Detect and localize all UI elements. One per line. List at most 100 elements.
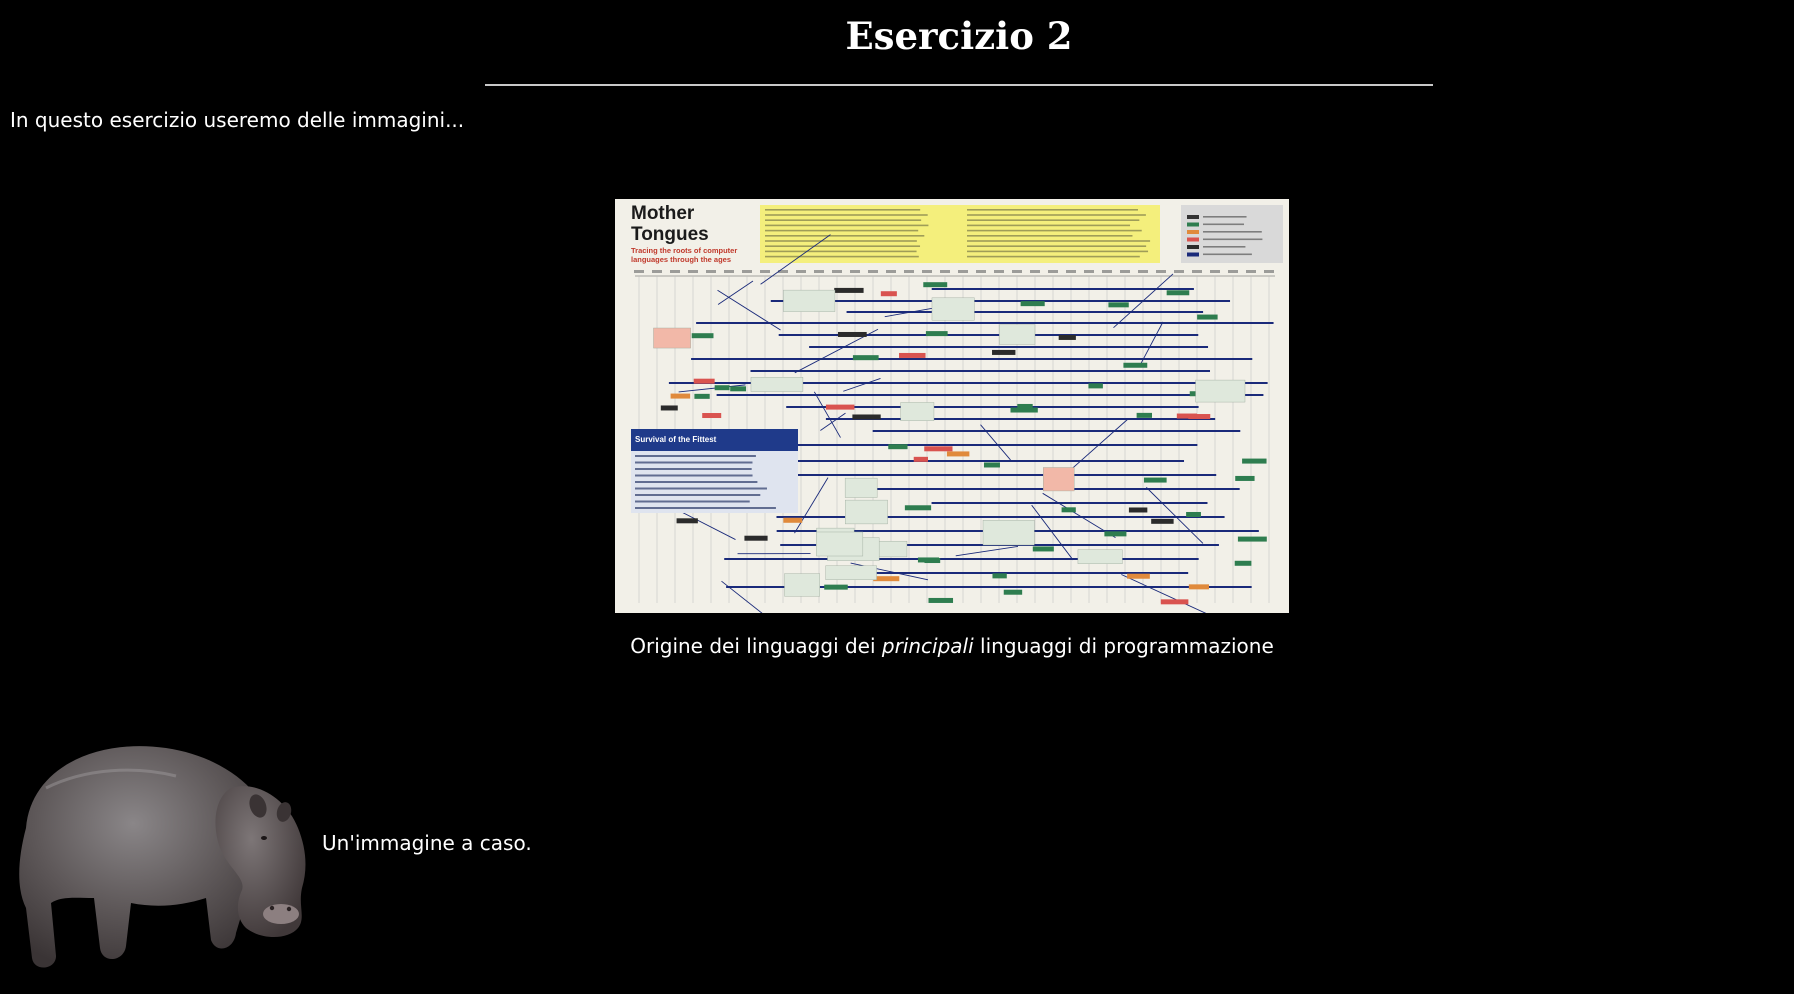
language-box [1123,362,1148,368]
language-box [852,355,879,361]
annotation-note [783,289,836,312]
language-box [992,349,1016,355]
language-box [928,597,954,603]
year-tick-label [1102,270,1112,273]
mother-tongues-poster: Mother Tongues Tracing the roots of comp… [615,199,1289,613]
intro-text-line [967,235,1133,237]
year-tick-label [1012,270,1022,273]
year-tick-label [1264,270,1274,273]
year-tick-label [1192,270,1202,273]
survival-text-line [635,481,758,483]
language-box [744,535,768,541]
hippo-illustration [19,746,306,968]
key-text-line [1203,231,1262,233]
intro-text-line [967,209,1138,211]
language-box [1235,475,1255,481]
language-box [1151,518,1174,524]
intro-text-line [967,219,1140,221]
language-box [1020,301,1045,307]
language-box [1088,383,1103,389]
language-box [676,518,698,524]
language-box [1003,589,1023,595]
language-box [852,414,881,420]
year-tick-label [652,270,662,273]
language-box [873,576,900,582]
year-tick-label [976,270,986,273]
figure-caption-emphasis: principali [881,634,974,658]
language-box [702,413,722,419]
poster-title-line1: Mother [631,203,695,224]
annotation-note [874,541,908,558]
annotation-note [816,531,864,557]
year-tick-label [832,270,842,273]
language-box [834,287,864,293]
figure-caption-start: Origine dei linguaggi dei [630,634,882,658]
title-divider [485,84,1433,86]
annotation-note [750,377,804,392]
intro-text-line [765,209,921,211]
key-swatch [1187,237,1199,242]
language-box [1032,546,1054,552]
year-tick-label [1174,270,1184,273]
language-box [913,456,928,462]
year-tick-label [1084,270,1094,273]
language-box [1176,413,1197,419]
intro-text-line [765,245,921,247]
figure-caption-end: linguaggi di programmazione [973,634,1274,658]
year-tick-label [724,270,734,273]
language-box [1058,334,1076,340]
language-box [1197,314,1218,320]
year-tick-label [1246,270,1256,273]
mother-tongues-image: Mother Tongues Tracing the roots of comp… [615,199,1289,613]
year-tick-label [1030,270,1040,273]
language-box [1017,403,1033,409]
page-title: Esercizio 2 [845,14,1073,58]
language-box [670,393,691,399]
year-tick-label [904,270,914,273]
year-tick-label [850,270,860,273]
annotation-note [1043,467,1075,492]
annotation-note [845,499,888,525]
language-box [1188,584,1209,590]
language-box [1128,507,1148,513]
figure-caption: Origine dei linguaggi dei principali lin… [0,632,1794,660]
language-box [1234,560,1252,566]
year-tick-label [1066,270,1076,273]
year-tick-label [1156,270,1166,273]
language-box [714,385,730,391]
key-text-line [1203,246,1246,248]
language-box [824,584,848,590]
intro-text-line [967,229,1142,232]
intro-text-line [967,214,1146,216]
language-box [825,404,855,410]
annotation-note [999,324,1036,345]
poster-subtitle-line2: languages through the ages [631,255,731,264]
intro-text: In questo esercizio useremo delle immagi… [10,108,465,132]
intro-text-line [765,214,928,216]
intro-text-line [967,224,1131,227]
language-box [1237,536,1267,542]
year-tick-label [1210,270,1220,273]
intro-text-line [967,255,1140,258]
language-box [1108,302,1129,308]
year-tick-label [814,270,824,273]
annotation-note [931,297,975,321]
hippo-image [6,718,326,980]
intro-text-line [967,250,1149,253]
annotation-note [982,520,1035,546]
language-box [1136,412,1153,418]
year-tick-label [1048,270,1058,273]
language-box [925,331,948,337]
language-box [1166,290,1190,296]
intro-text-line [765,235,925,237]
language-box [1186,511,1201,517]
language-box [946,451,970,457]
intro-text-line [765,224,929,227]
intro-text-line [765,250,917,253]
annotation-note [653,327,691,349]
intro-text-line [967,240,1151,242]
intro-text-line [765,219,922,221]
language-box [691,333,714,339]
key-text-line [1203,253,1252,256]
year-tick-label [994,270,1004,273]
